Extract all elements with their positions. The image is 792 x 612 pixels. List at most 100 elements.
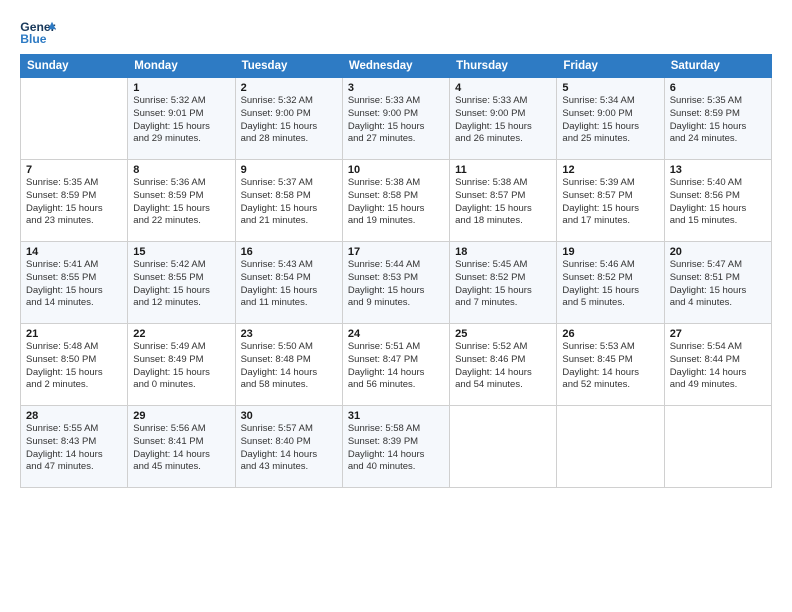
calendar-cell: 19Sunrise: 5:46 AM Sunset: 8:52 PM Dayli…: [557, 242, 664, 324]
calendar-cell: [664, 406, 771, 488]
calendar-cell: 31Sunrise: 5:58 AM Sunset: 8:39 PM Dayli…: [342, 406, 449, 488]
calendar-cell: 16Sunrise: 5:43 AM Sunset: 8:54 PM Dayli…: [235, 242, 342, 324]
calendar-cell: 1Sunrise: 5:32 AM Sunset: 9:01 PM Daylig…: [128, 78, 235, 160]
day-number: 31: [348, 410, 444, 422]
day-info: Sunrise: 5:55 AM Sunset: 8:43 PM Dayligh…: [26, 423, 122, 474]
day-number: 16: [241, 246, 337, 258]
day-number: 26: [562, 328, 658, 340]
day-info: Sunrise: 5:35 AM Sunset: 8:59 PM Dayligh…: [670, 95, 766, 146]
day-info: Sunrise: 5:41 AM Sunset: 8:55 PM Dayligh…: [26, 259, 122, 310]
day-info: Sunrise: 5:45 AM Sunset: 8:52 PM Dayligh…: [455, 259, 551, 310]
calendar-cell: [450, 406, 557, 488]
day-number: 19: [562, 246, 658, 258]
day-info: Sunrise: 5:33 AM Sunset: 9:00 PM Dayligh…: [455, 95, 551, 146]
day-number: 9: [241, 164, 337, 176]
day-number: 17: [348, 246, 444, 258]
calendar-cell: 2Sunrise: 5:32 AM Sunset: 9:00 PM Daylig…: [235, 78, 342, 160]
calendar-cell: 28Sunrise: 5:55 AM Sunset: 8:43 PM Dayli…: [21, 406, 128, 488]
day-number: 14: [26, 246, 122, 258]
day-info: Sunrise: 5:54 AM Sunset: 8:44 PM Dayligh…: [670, 341, 766, 392]
col-header-sunday: Sunday: [21, 55, 128, 78]
calendar-cell: 26Sunrise: 5:53 AM Sunset: 8:45 PM Dayli…: [557, 324, 664, 406]
day-info: Sunrise: 5:39 AM Sunset: 8:57 PM Dayligh…: [562, 177, 658, 228]
day-number: 28: [26, 410, 122, 422]
day-info: Sunrise: 5:56 AM Sunset: 8:41 PM Dayligh…: [133, 423, 229, 474]
calendar-cell: 14Sunrise: 5:41 AM Sunset: 8:55 PM Dayli…: [21, 242, 128, 324]
day-number: 20: [670, 246, 766, 258]
calendar-cell: 27Sunrise: 5:54 AM Sunset: 8:44 PM Dayli…: [664, 324, 771, 406]
calendar-cell: [557, 406, 664, 488]
calendar-cell: 25Sunrise: 5:52 AM Sunset: 8:46 PM Dayli…: [450, 324, 557, 406]
calendar-cell: 12Sunrise: 5:39 AM Sunset: 8:57 PM Dayli…: [557, 160, 664, 242]
day-number: 4: [455, 82, 551, 94]
day-info: Sunrise: 5:38 AM Sunset: 8:57 PM Dayligh…: [455, 177, 551, 228]
day-info: Sunrise: 5:44 AM Sunset: 8:53 PM Dayligh…: [348, 259, 444, 310]
day-info: Sunrise: 5:52 AM Sunset: 8:46 PM Dayligh…: [455, 341, 551, 392]
day-number: 22: [133, 328, 229, 340]
calendar-cell: 23Sunrise: 5:50 AM Sunset: 8:48 PM Dayli…: [235, 324, 342, 406]
week-row-1: 1Sunrise: 5:32 AM Sunset: 9:01 PM Daylig…: [21, 78, 772, 160]
day-info: Sunrise: 5:32 AM Sunset: 9:00 PM Dayligh…: [241, 95, 337, 146]
page: General Blue SundayMondayTuesdayWednesda…: [0, 0, 792, 498]
day-number: 27: [670, 328, 766, 340]
day-info: Sunrise: 5:34 AM Sunset: 9:00 PM Dayligh…: [562, 95, 658, 146]
day-info: Sunrise: 5:51 AM Sunset: 8:47 PM Dayligh…: [348, 341, 444, 392]
col-header-monday: Monday: [128, 55, 235, 78]
day-info: Sunrise: 5:43 AM Sunset: 8:54 PM Dayligh…: [241, 259, 337, 310]
day-info: Sunrise: 5:32 AM Sunset: 9:01 PM Dayligh…: [133, 95, 229, 146]
calendar-cell: 9Sunrise: 5:37 AM Sunset: 8:58 PM Daylig…: [235, 160, 342, 242]
day-number: 23: [241, 328, 337, 340]
calendar-cell: 7Sunrise: 5:35 AM Sunset: 8:59 PM Daylig…: [21, 160, 128, 242]
day-info: Sunrise: 5:35 AM Sunset: 8:59 PM Dayligh…: [26, 177, 122, 228]
logo-icon: General Blue: [20, 18, 56, 46]
col-header-wednesday: Wednesday: [342, 55, 449, 78]
calendar-cell: [21, 78, 128, 160]
calendar-cell: 30Sunrise: 5:57 AM Sunset: 8:40 PM Dayli…: [235, 406, 342, 488]
calendar-cell: 4Sunrise: 5:33 AM Sunset: 9:00 PM Daylig…: [450, 78, 557, 160]
week-row-2: 7Sunrise: 5:35 AM Sunset: 8:59 PM Daylig…: [21, 160, 772, 242]
day-number: 11: [455, 164, 551, 176]
day-number: 29: [133, 410, 229, 422]
day-info: Sunrise: 5:40 AM Sunset: 8:56 PM Dayligh…: [670, 177, 766, 228]
day-number: 5: [562, 82, 658, 94]
day-number: 13: [670, 164, 766, 176]
week-row-4: 21Sunrise: 5:48 AM Sunset: 8:50 PM Dayli…: [21, 324, 772, 406]
calendar-cell: 18Sunrise: 5:45 AM Sunset: 8:52 PM Dayli…: [450, 242, 557, 324]
day-info: Sunrise: 5:49 AM Sunset: 8:49 PM Dayligh…: [133, 341, 229, 392]
calendar-cell: 29Sunrise: 5:56 AM Sunset: 8:41 PM Dayli…: [128, 406, 235, 488]
day-number: 18: [455, 246, 551, 258]
day-number: 25: [455, 328, 551, 340]
calendar-cell: 20Sunrise: 5:47 AM Sunset: 8:51 PM Dayli…: [664, 242, 771, 324]
calendar-cell: 22Sunrise: 5:49 AM Sunset: 8:49 PM Dayli…: [128, 324, 235, 406]
day-number: 2: [241, 82, 337, 94]
header: General Blue: [20, 18, 772, 46]
day-number: 30: [241, 410, 337, 422]
day-info: Sunrise: 5:48 AM Sunset: 8:50 PM Dayligh…: [26, 341, 122, 392]
calendar-cell: 17Sunrise: 5:44 AM Sunset: 8:53 PM Dayli…: [342, 242, 449, 324]
week-row-3: 14Sunrise: 5:41 AM Sunset: 8:55 PM Dayli…: [21, 242, 772, 324]
calendar-header-row: SundayMondayTuesdayWednesdayThursdayFrid…: [21, 55, 772, 78]
col-header-thursday: Thursday: [450, 55, 557, 78]
day-info: Sunrise: 5:58 AM Sunset: 8:39 PM Dayligh…: [348, 423, 444, 474]
calendar-cell: 10Sunrise: 5:38 AM Sunset: 8:58 PM Dayli…: [342, 160, 449, 242]
calendar-cell: 13Sunrise: 5:40 AM Sunset: 8:56 PM Dayli…: [664, 160, 771, 242]
day-info: Sunrise: 5:53 AM Sunset: 8:45 PM Dayligh…: [562, 341, 658, 392]
day-info: Sunrise: 5:46 AM Sunset: 8:52 PM Dayligh…: [562, 259, 658, 310]
calendar-cell: 6Sunrise: 5:35 AM Sunset: 8:59 PM Daylig…: [664, 78, 771, 160]
calendar-cell: 5Sunrise: 5:34 AM Sunset: 9:00 PM Daylig…: [557, 78, 664, 160]
col-header-friday: Friday: [557, 55, 664, 78]
calendar-cell: 11Sunrise: 5:38 AM Sunset: 8:57 PM Dayli…: [450, 160, 557, 242]
day-number: 3: [348, 82, 444, 94]
day-info: Sunrise: 5:37 AM Sunset: 8:58 PM Dayligh…: [241, 177, 337, 228]
day-number: 12: [562, 164, 658, 176]
logo: General Blue: [20, 18, 60, 46]
day-number: 6: [670, 82, 766, 94]
day-number: 15: [133, 246, 229, 258]
calendar-cell: 8Sunrise: 5:36 AM Sunset: 8:59 PM Daylig…: [128, 160, 235, 242]
calendar-cell: 15Sunrise: 5:42 AM Sunset: 8:55 PM Dayli…: [128, 242, 235, 324]
svg-text:Blue: Blue: [20, 32, 47, 46]
col-header-saturday: Saturday: [664, 55, 771, 78]
day-number: 10: [348, 164, 444, 176]
calendar-cell: 24Sunrise: 5:51 AM Sunset: 8:47 PM Dayli…: [342, 324, 449, 406]
day-info: Sunrise: 5:33 AM Sunset: 9:00 PM Dayligh…: [348, 95, 444, 146]
